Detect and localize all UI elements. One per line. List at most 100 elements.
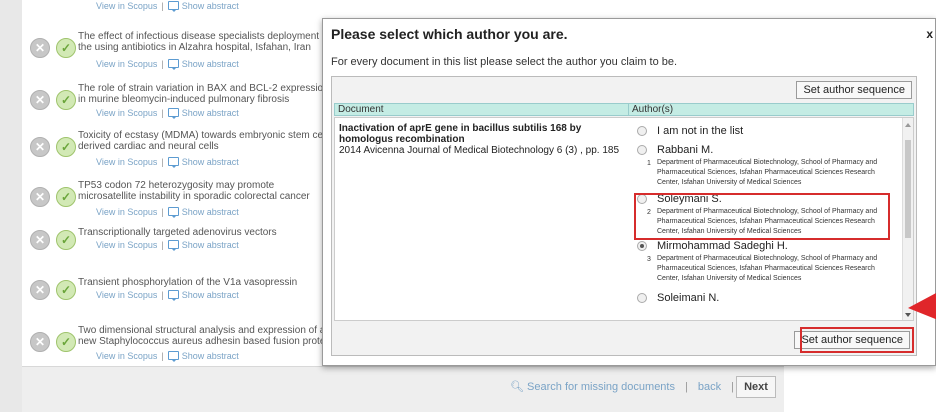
radio-button[interactable] [637, 145, 647, 155]
show-abstract-link[interactable]: Show abstract [182, 240, 239, 250]
reject-icon[interactable]: ✕ [30, 38, 50, 58]
abstract-icon [167, 207, 179, 218]
col-authors: Author(s) [632, 104, 674, 115]
radio-button[interactable] [637, 241, 647, 251]
show-abstract-link[interactable]: Show abstract [182, 59, 239, 69]
doc-title[interactable]: Transcriptionally targeted adenovirus ve… [78, 227, 334, 238]
radio-button[interactable] [637, 293, 647, 303]
close-button[interactable]: x [926, 27, 933, 41]
scroll-thumb[interactable] [905, 140, 911, 238]
doc-links: View in Scopus | Show abstract [96, 290, 239, 301]
abstract-icon [167, 240, 179, 251]
doc-row: ✕ ✓ Two dimensional structural analysis an… [22, 325, 334, 365]
view-in-scopus-link[interactable]: View in Scopus [96, 1, 157, 11]
dialog-subtitle: For every document in this list please s… [331, 56, 678, 68]
view-in-scopus-link[interactable]: View in Scopus [96, 108, 157, 118]
accept-icon[interactable]: ✓ [56, 332, 76, 352]
author-name: Soleimani N. [657, 292, 720, 304]
view-in-scopus-link[interactable]: View in Scopus [96, 240, 157, 250]
show-abstract-link[interactable]: Show abstract [182, 290, 239, 300]
doc-row: ✕ ✓ Transcriptionally targeted adenovirus … [22, 227, 332, 267]
scrollbar[interactable] [902, 118, 913, 320]
abstract-icon [167, 290, 179, 301]
document-citation: 2014 Avicenna Journal of Medical Biotech… [339, 145, 619, 156]
accept-icon[interactable]: ✓ [56, 187, 76, 207]
reject-icon[interactable]: ✕ [30, 230, 50, 250]
search-missing-link[interactable]: 🔍︎ Search for missing documents [510, 380, 675, 393]
set-author-sequence-button-top[interactable]: Set author sequence [796, 81, 912, 99]
back-link[interactable]: back [698, 381, 721, 393]
radio-button[interactable] [637, 126, 647, 136]
col-document: Document [335, 104, 629, 115]
doc-links: View in Scopus | Show abstract [96, 351, 239, 362]
reject-icon[interactable]: ✕ [30, 137, 50, 157]
reject-icon[interactable]: ✕ [30, 332, 50, 352]
show-abstract-link[interactable]: Show abstract [182, 108, 239, 118]
doc-row: ✕ ✓ Transient phosphorylation of the V1a v… [22, 277, 332, 317]
row-actions: ✕ ✓ [30, 137, 76, 157]
author-number: 1 [647, 160, 651, 167]
doc-links: View in Scopus | Show abstract [96, 1, 239, 12]
row-actions: ✕ ✓ [30, 332, 76, 352]
author-panel: Set author sequence Document Author(s) I… [331, 76, 917, 356]
author-number: 3 [647, 256, 651, 263]
view-in-scopus-link[interactable]: View in Scopus [96, 290, 157, 300]
accept-icon[interactable]: ✓ [56, 90, 76, 110]
abstract-icon [167, 351, 179, 362]
reject-icon[interactable]: ✕ [30, 90, 50, 110]
reject-icon[interactable]: ✕ [30, 187, 50, 207]
abstract-icon [167, 59, 179, 70]
show-abstract-link[interactable]: Show abstract [182, 207, 239, 217]
doc-links: View in Scopus | Show abstract [96, 108, 239, 119]
document-cell: Inactivation of aprE gene in bacillus su… [339, 123, 624, 156]
view-in-scopus-link[interactable]: View in Scopus [96, 59, 157, 69]
doc-title[interactable]: Toxicity of ecstasy (MDMA) towards embry… [78, 130, 334, 152]
view-in-scopus-link[interactable]: View in Scopus [96, 207, 157, 217]
document-title: Inactivation of aprE gene in bacillus su… [339, 123, 582, 145]
doc-row: ✕ ✓ The effect of infectious disease speci… [22, 31, 332, 71]
show-abstract-link[interactable]: Show abstract [182, 157, 239, 167]
button-highlight [800, 327, 914, 353]
doc-title[interactable]: The role of strain variation in BAX and … [78, 83, 334, 105]
dialog-title: Please select which author you are. [331, 26, 568, 42]
accept-icon[interactable]: ✓ [56, 137, 76, 157]
author-name: Mirmohammad Sadeghi H. [657, 240, 788, 252]
row-actions: ✕ ✓ [30, 90, 76, 110]
view-in-scopus-link[interactable]: View in Scopus [96, 351, 157, 361]
show-abstract-link[interactable]: Show abstract [182, 1, 239, 11]
abstract-icon [167, 108, 179, 119]
accept-icon[interactable]: ✓ [56, 38, 76, 58]
row-actions: ✕ ✓ [30, 280, 76, 300]
doc-links: View in Scopus | Show abstract [96, 240, 239, 251]
doc-links: View in Scopus | Show abstract [96, 207, 239, 218]
footer-links: 🔍︎ Search for missing documents | back | [510, 380, 734, 394]
red-arrow-icon [908, 292, 936, 320]
doc-title[interactable]: Two dimensional structural analysis and … [78, 325, 334, 347]
doc-links: View in Scopus | Show abstract [96, 157, 239, 168]
doc-row: ✕ ✓ Toxicity of ecstasy (MDMA) towards emb… [22, 130, 332, 170]
doc-row: ✕ ✓ The role of strain variation in BAX an… [22, 83, 332, 123]
doc-row: ✕ ✓ TP53 codon 72 heterozygosity may promo… [22, 180, 332, 220]
doc-title[interactable]: Transient phosphorylation of the V1a vas… [78, 277, 334, 288]
abstract-icon [167, 1, 179, 12]
next-button[interactable]: Next [736, 376, 776, 398]
abstract-icon [167, 157, 179, 168]
table-header: Document Author(s) [334, 103, 914, 116]
doc-row-partial: View in Scopus | Show abstract [22, 0, 332, 14]
view-in-scopus-link[interactable]: View in Scopus [96, 157, 157, 167]
doc-title[interactable]: TP53 codon 72 heterozygosity may promote… [78, 180, 334, 202]
selected-author-highlight [634, 193, 890, 240]
author-name: Rabbani M. [657, 144, 714, 156]
doc-links: View in Scopus | Show abstract [96, 59, 239, 70]
accept-icon[interactable]: ✓ [56, 230, 76, 250]
reject-icon[interactable]: ✕ [30, 280, 50, 300]
row-actions: ✕ ✓ [30, 187, 76, 207]
doc-title[interactable]: The effect of infectious disease special… [78, 31, 334, 53]
row-actions: ✕ ✓ [30, 230, 76, 250]
accept-icon[interactable]: ✓ [56, 280, 76, 300]
scroll-up-icon[interactable] [905, 123, 911, 127]
row-actions: ✕ ✓ [30, 38, 76, 58]
show-abstract-link[interactable]: Show abstract [182, 351, 239, 361]
author-select-dialog: Please select which author you are. x Fo… [322, 18, 936, 366]
author-affiliation: Department of Pharmaceutical Biotechnolo… [657, 159, 878, 186]
